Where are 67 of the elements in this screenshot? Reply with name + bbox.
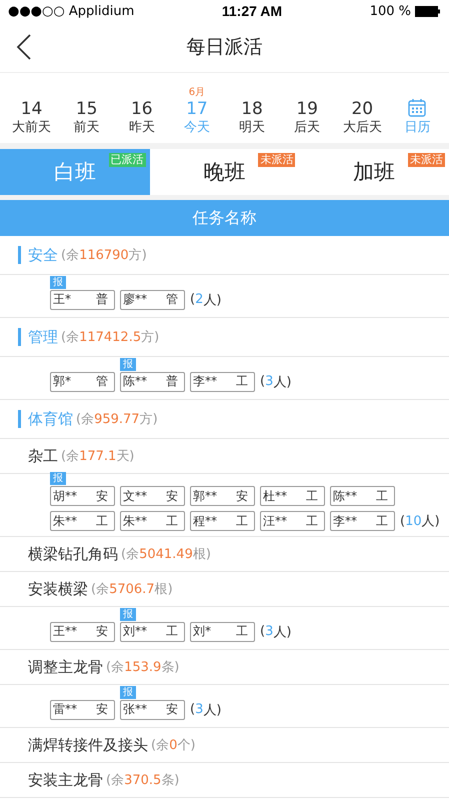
task-name: 横梁钻孔角码 [28, 544, 118, 564]
worker-chip[interactable]: 刘** 工 [120, 622, 185, 642]
worker-chip[interactable]: 雷** 安 [50, 700, 115, 720]
reported-badge: 报 [120, 608, 136, 620]
date-tab[interactable]: 15 前天 [59, 99, 114, 137]
worker-chip[interactable]: 汪** 工 [260, 511, 325, 531]
remaining-amount: (余370.5条) [106, 772, 180, 789]
battery-icon [415, 6, 441, 16]
worker-chip[interactable]: 王** 安 [50, 622, 115, 642]
worker-chip[interactable]: 朱** 工 [120, 511, 185, 531]
worker-chip[interactable]: 郭** 安 [190, 486, 255, 506]
status-badge: 已派活 [108, 153, 146, 167]
worker-chip[interactable]: 陈** 普 [120, 372, 185, 392]
remaining-amount: (余5041.49根) [121, 546, 211, 563]
date-tab[interactable]: 18 明天 [224, 99, 280, 137]
task-name: 安装横梁 [28, 580, 88, 598]
category-marker [18, 410, 21, 428]
worker-chip[interactable]: 郭* 管 [50, 372, 115, 392]
reported-badge: 报 [50, 472, 66, 485]
worker-chip[interactable]: 张** 安 [120, 700, 185, 720]
task-name: 满焊转接件及接头 [28, 736, 148, 754]
remaining-amount: (余959.77方) [76, 411, 158, 428]
date-tab[interactable]: 14 大前天 [4, 99, 60, 137]
worker-count: (3人) [260, 373, 292, 392]
category-name: 体育馆 [28, 410, 73, 428]
date-tab[interactable]: 19 后天 [280, 99, 335, 137]
worker-chip[interactable]: 程** 工 [190, 511, 255, 531]
remaining-amount: (余117412.5方) [61, 329, 160, 346]
worker-chip[interactable]: 文** 安 [120, 486, 185, 506]
status-badge: 未派活 [258, 153, 296, 167]
worker-count: (3人) [190, 701, 222, 720]
worker-chip[interactable]: 李** 工 [190, 372, 255, 392]
worker-chip[interactable]: 刘* 工 [190, 622, 255, 642]
worker-chip[interactable]: 王* 普 [50, 290, 115, 310]
worker-chip[interactable]: 杜** 工 [260, 486, 325, 506]
reported-badge: 报 [120, 358, 136, 370]
date-tab[interactable]: 20 大后天 [334, 99, 390, 137]
battery-percent: 100 % [370, 4, 411, 18]
remaining-amount: (余177.1天) [61, 448, 134, 465]
worker-count: (2人) [190, 291, 222, 310]
remaining-amount: (余116790方) [61, 247, 147, 264]
clock: 11:27 AM [222, 3, 282, 19]
status-badge: 未派活 [408, 153, 446, 167]
remaining-amount: (余5706.7根) [91, 581, 173, 598]
category-name: 管理 [28, 328, 58, 346]
worker-count: (3人) [260, 623, 292, 642]
worker-count: (10人) [400, 512, 440, 531]
task-name: 调整主龙骨 [28, 658, 103, 676]
category-marker [18, 246, 21, 264]
category-marker [18, 328, 21, 346]
date-tab[interactable]: 16 昨天 [114, 99, 170, 137]
task-name: 安装主龙骨 [28, 770, 103, 790]
worker-chip[interactable]: 廖** 管 [120, 290, 185, 310]
task-name: 杂工 [28, 446, 58, 466]
worker-chip[interactable]: 李** 工 [330, 511, 395, 531]
worker-chip[interactable]: 陈** 工 [330, 486, 395, 506]
reported-badge: 报 [50, 276, 66, 288]
category-name: 安全 [28, 246, 58, 264]
remaining-amount: (余0个) [151, 737, 196, 754]
worker-chip[interactable]: 朱** 工 [50, 511, 115, 531]
remaining-amount: (余153.9条) [106, 659, 180, 676]
table-header: 任务名称 [0, 200, 449, 236]
reported-badge: 报 [120, 686, 136, 698]
carrier-label: ●●●○○ Applidium [8, 4, 134, 18]
calendar-icon [407, 98, 428, 118]
page-title: 每日派活 [186, 35, 262, 60]
worker-chip[interactable]: 胡** 安 [50, 486, 115, 506]
